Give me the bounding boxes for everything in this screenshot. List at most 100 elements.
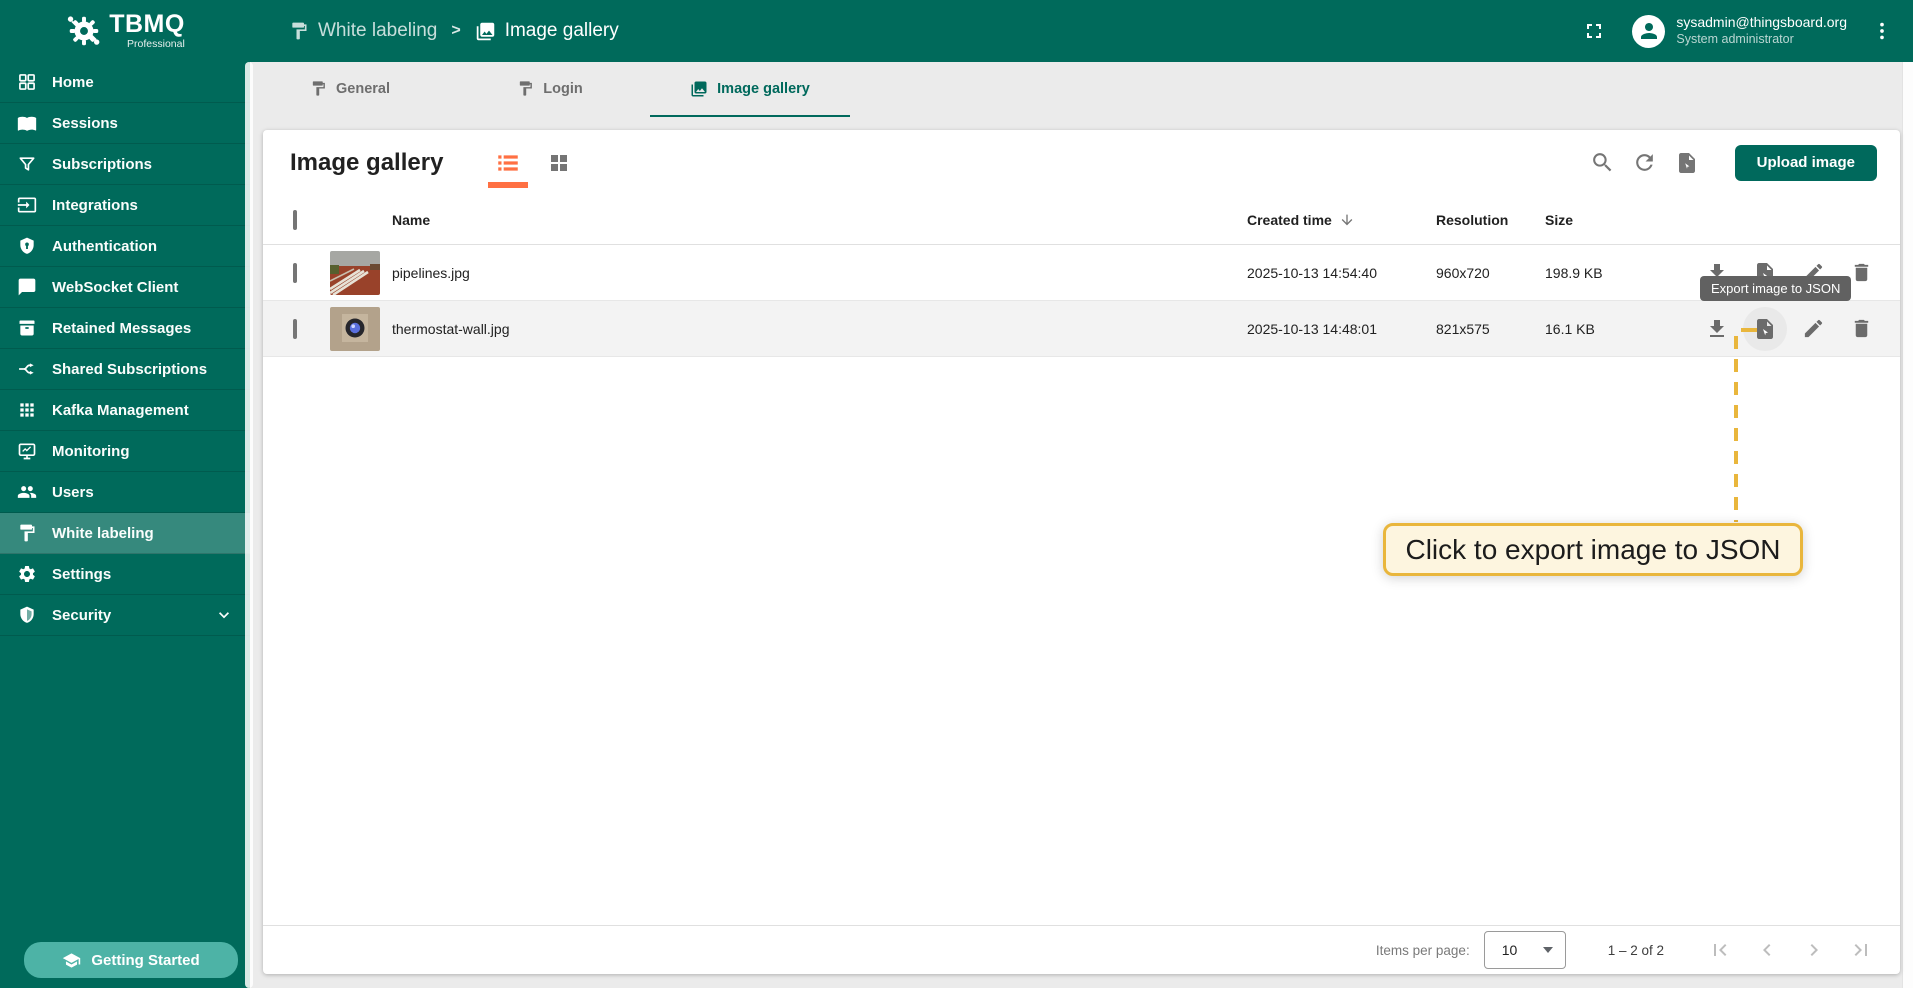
sessions-icon <box>16 113 38 133</box>
breadcrumb-image-gallery[interactable]: Image gallery <box>475 20 619 42</box>
sidebar-item-integrations[interactable]: Integrations <box>0 185 250 226</box>
page-size-select[interactable]: 10 <box>1484 931 1566 969</box>
sidebar-item-home[interactable]: Home <box>0 62 250 103</box>
sidebar-item-monitoring[interactable]: Monitoring <box>0 431 250 472</box>
branch-arrows-icon <box>16 359 38 379</box>
brand-name: TBMQ <box>109 12 185 37</box>
view-mode-toggles <box>495 150 572 176</box>
main-scrollbar[interactable] <box>1902 62 1913 988</box>
refresh-icon[interactable] <box>1631 149 1659 177</box>
sidebar-item-sessions[interactable]: Sessions <box>0 103 250 144</box>
sidebar-item-users[interactable]: Users <box>0 472 250 513</box>
image-gallery-icon <box>690 80 708 98</box>
import-image-icon[interactable] <box>1673 149 1701 177</box>
upload-image-button[interactable]: Upload image <box>1735 145 1877 181</box>
image-size: 198.9 KB <box>1545 265 1700 281</box>
table-row[interactable]: thermostat-wall.jpg 2025-10-13 14:48:01 … <box>263 301 1900 357</box>
sidebar-item-websocket-client[interactable]: WebSocket Client <box>0 267 250 308</box>
gear-icon <box>16 564 38 584</box>
card-header: Image gallery <box>263 130 1900 195</box>
filter-icon <box>16 154 38 174</box>
image-resolution: 960x720 <box>1436 265 1545 281</box>
paint-roller-icon <box>16 523 38 543</box>
column-header-created-time[interactable]: Created time <box>1247 212 1436 228</box>
column-header-size: Size <box>1545 212 1700 228</box>
sidebar-scrollbar[interactable] <box>245 62 253 988</box>
items-per-page-label: Items per page: <box>1376 943 1470 958</box>
tbmq-logo[interactable]: TBMQ Professional <box>0 12 250 50</box>
getting-started-button[interactable]: Getting Started <box>24 942 238 978</box>
row-checkbox[interactable] <box>293 263 297 283</box>
sidebar: Home Sessions Subscriptions Integrations… <box>0 62 250 988</box>
first-page-icon[interactable] <box>1708 938 1732 962</box>
callout-connector-vertical <box>1734 336 1738 522</box>
sidebar-item-security[interactable]: Security <box>0 595 250 636</box>
sidebar-item-label: Settings <box>52 566 111 583</box>
sidebar-item-label: White labeling <box>52 525 154 542</box>
last-page-icon[interactable] <box>1849 938 1873 962</box>
sidebar-item-label: Kafka Management <box>52 402 189 419</box>
sidebar-item-label: WebSocket Client <box>52 279 178 296</box>
image-resolution: 821x575 <box>1436 321 1545 337</box>
sidebar-item-shared-subscriptions[interactable]: Shared Subscriptions <box>0 349 250 390</box>
table-header-row: Name Created time Resolution Size <box>263 195 1900 245</box>
dropdown-caret-icon <box>1543 947 1553 953</box>
pipelines-thumbnail <box>330 251 380 295</box>
sidebar-item-subscriptions[interactable]: Subscriptions <box>0 144 250 185</box>
download-image-icon[interactable] <box>1705 317 1729 341</box>
callout-connector-horizontal <box>1741 328 1757 332</box>
image-size: 16.1 KB <box>1545 321 1700 337</box>
chevron-down-icon <box>214 605 234 625</box>
row-checkbox[interactable] <box>293 319 297 339</box>
page-title: Image gallery <box>290 149 443 177</box>
previous-page-icon[interactable] <box>1755 938 1779 962</box>
archive-icon <box>16 318 38 338</box>
image-created-time: 2025-10-13 14:48:01 <box>1247 321 1436 337</box>
sidebar-item-label: Security <box>52 607 111 624</box>
breadcrumb-separator: > <box>451 22 460 40</box>
edit-image-icon[interactable] <box>1801 317 1825 341</box>
export-tooltip: Export image to JSON <box>1700 276 1851 301</box>
grid-view-icon[interactable] <box>546 150 572 176</box>
breadcrumb-white-labeling[interactable]: White labeling <box>289 20 437 42</box>
sidebar-item-kafka-management[interactable]: Kafka Management <box>0 390 250 431</box>
user-info[interactable]: sysadmin@thingsboard.org System administ… <box>1676 14 1847 47</box>
monitor-icon <box>16 441 38 461</box>
paint-roller-icon <box>517 80 534 97</box>
paint-roller-icon <box>310 80 327 97</box>
tab-general[interactable]: General <box>250 62 450 117</box>
breadcrumb: White labeling > Image gallery <box>289 20 619 42</box>
breadcrumb-parent-label: White labeling <box>318 20 437 42</box>
export-callout: Click to export image to JSON <box>1383 523 1803 576</box>
top-bar-right: sysadmin@thingsboard.org System administ… <box>1580 14 1913 47</box>
sidebar-item-label: Retained Messages <box>52 320 191 337</box>
list-view-icon[interactable] <box>495 150 521 176</box>
image-created-time: 2025-10-13 14:54:40 <box>1247 265 1436 281</box>
more-vert-icon[interactable] <box>1869 18 1895 44</box>
avatar[interactable] <box>1632 15 1665 48</box>
page-size-value: 10 <box>1502 942 1518 958</box>
tab-image-gallery[interactable]: Image gallery <box>650 62 850 117</box>
sidebar-item-white-labeling[interactable]: White labeling <box>0 513 250 554</box>
sidebar-item-label: Shared Subscriptions <box>52 361 207 378</box>
sidebar-item-retained-messages[interactable]: Retained Messages <box>0 308 250 349</box>
sidebar-item-label: Home <box>52 74 94 91</box>
delete-image-icon[interactable] <box>1849 261 1873 285</box>
toolbar: Upload image <box>1589 145 1877 181</box>
top-bar: TBMQ Professional White labeling > Image… <box>0 0 1913 62</box>
image-gallery-icon <box>475 21 496 42</box>
search-icon[interactable] <box>1589 149 1617 177</box>
next-page-icon[interactable] <box>1802 938 1826 962</box>
column-header-name[interactable]: Name <box>392 212 1247 228</box>
user-email: sysadmin@thingsboard.org <box>1676 14 1847 32</box>
select-all-checkbox[interactable] <box>293 210 297 230</box>
fullscreen-icon[interactable] <box>1580 17 1608 45</box>
table-row[interactable]: pipelines.jpg 2025-10-13 14:54:40 960x72… <box>263 245 1900 301</box>
sidebar-item-settings[interactable]: Settings <box>0 554 250 595</box>
home-icon <box>16 72 38 92</box>
delete-image-icon[interactable] <box>1849 317 1873 341</box>
school-cap-icon <box>62 951 81 970</box>
tab-login[interactable]: Login <box>450 62 650 117</box>
sidebar-item-label: Integrations <box>52 197 138 214</box>
sidebar-item-authentication[interactable]: Authentication <box>0 226 250 267</box>
